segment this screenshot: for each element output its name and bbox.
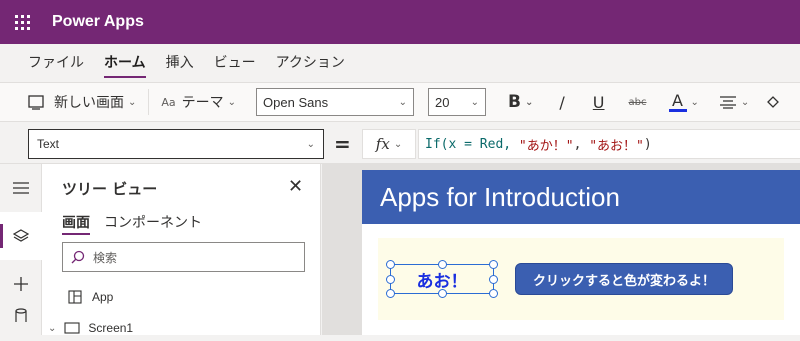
- theme-button[interactable]: Aa テーマ ⌄: [155, 86, 242, 118]
- formula-function: If(x = Red,: [425, 136, 519, 152]
- fx-button[interactable]: fx ⌄: [362, 129, 416, 159]
- new-screen-icon: [28, 95, 44, 110]
- chevron-down-icon: ⌄: [470, 96, 480, 108]
- left-rail: [0, 164, 42, 335]
- chevron-down-icon: ⌄: [525, 96, 534, 108]
- align-icon: [719, 96, 736, 109]
- search-placeholder: 検索: [93, 250, 118, 265]
- chevron-down-icon: ⌄: [227, 96, 237, 108]
- new-screen-label: 新しい画面: [54, 95, 124, 111]
- tree-view-button[interactable]: [0, 212, 42, 260]
- font-family-value: Open Sans: [263, 94, 329, 110]
- hamburger-menu-button[interactable]: [0, 164, 42, 212]
- font-size-value: 20: [435, 94, 450, 110]
- align-button[interactable]: ⌄: [713, 86, 755, 118]
- close-icon[interactable]: ✕: [288, 176, 303, 197]
- screen-body-container[interactable]: あお！ クリックすると色が変わるよ！: [378, 238, 784, 320]
- tab-components[interactable]: コンポーネント: [104, 212, 202, 232]
- formula-string-blue: "あお！": [589, 138, 644, 154]
- chevron-down-icon: ⌄: [306, 138, 315, 150]
- canvas-area: Apps for Introduction あお！ クリックすると色が変わるよ！: [322, 164, 800, 335]
- resize-handle[interactable]: [386, 260, 395, 269]
- strikethrough-button[interactable]: abc: [623, 86, 653, 118]
- ribbon-toolbar: 新しい画面 ⌄ Aa テーマ ⌄ Open Sans ⌄ 20 ⌄ B ⌄ / …: [0, 82, 800, 122]
- tree-search-input[interactable]: 検索: [62, 242, 305, 272]
- tree-view-panel: ツリー ビュー ✕ 画面 コンポーネント 検索 App ⌄ Screen1: [42, 164, 321, 335]
- resize-handle[interactable]: [489, 289, 498, 298]
- underline-label: U: [592, 92, 605, 112]
- color-change-button[interactable]: クリックすると色が変わるよ！: [515, 263, 733, 295]
- font-color-label: A: [672, 90, 683, 110]
- font-family-select[interactable]: Open Sans ⌄: [256, 88, 415, 116]
- selected-label[interactable]: あお！: [386, 260, 498, 298]
- tab-home[interactable]: ホーム: [104, 44, 146, 82]
- app-screen: Apps for Introduction あお！ クリックすると色が変わるよ！: [362, 170, 800, 335]
- top-bar: Power Apps: [0, 0, 800, 44]
- hamburger-icon: [13, 182, 29, 194]
- theme-label: テーマ: [181, 95, 224, 111]
- tab-file[interactable]: ファイル: [28, 44, 84, 82]
- chevron-down-icon[interactable]: ⌄: [48, 323, 56, 334]
- font-size-select[interactable]: 20 ⌄: [428, 88, 487, 116]
- fx-icon: fx: [375, 135, 390, 153]
- label-text: あお！: [416, 271, 468, 292]
- tree-view-title: ツリー ビュー: [62, 180, 158, 198]
- insert-button[interactable]: [0, 260, 42, 308]
- formula-input[interactable]: If(x = Red, "あか！" , "あお！" ): [418, 129, 800, 159]
- menu-bar: ファイル ホーム 挿入 ビュー アクション: [0, 44, 800, 82]
- chevron-down-icon: ⌄: [128, 96, 137, 108]
- plus-icon: [14, 277, 28, 291]
- chevron-down-icon: ⌄: [690, 96, 699, 108]
- app-launcher-icon[interactable]: [0, 0, 44, 44]
- formula-close: ): [643, 136, 652, 152]
- tab-insert[interactable]: 挿入: [166, 44, 194, 82]
- tab-action[interactable]: アクション: [276, 44, 345, 82]
- app-title[interactable]: Power Apps: [52, 13, 144, 31]
- equals-sign: =: [334, 132, 351, 156]
- theme-icon: Aa: [161, 95, 176, 109]
- resize-handle[interactable]: [386, 275, 395, 284]
- screen-icon: [64, 322, 80, 334]
- layers-icon: [13, 229, 29, 242]
- fill-button[interactable]: [759, 86, 787, 118]
- italic-button[interactable]: /: [553, 86, 570, 118]
- underline-button[interactable]: U: [587, 86, 611, 118]
- bold-button[interactable]: B ⌄: [502, 86, 539, 118]
- resize-handle[interactable]: [489, 275, 498, 284]
- property-select[interactable]: Text ⌄: [28, 129, 324, 159]
- formula-string-red: "あか！": [518, 138, 574, 154]
- formula-bar: Text ⌄ = fx ⌄ If(x = Red, "あか！" , "あお！" …: [0, 122, 800, 164]
- database-icon: [15, 308, 27, 322]
- resize-handle[interactable]: [386, 289, 395, 298]
- strikethrough-label: abc: [628, 96, 647, 108]
- resize-handle[interactable]: [438, 289, 447, 298]
- bold-label: B: [508, 92, 522, 112]
- italic-label: /: [559, 92, 565, 112]
- divider: [148, 89, 150, 115]
- formula-separator: ,: [573, 136, 590, 152]
- chevron-down-icon: ⌄: [393, 138, 403, 150]
- tab-view[interactable]: ビュー: [214, 44, 256, 82]
- tree-item-label: App: [92, 290, 114, 304]
- screen-header[interactable]: Apps for Introduction: [362, 170, 800, 224]
- chevron-down-icon: ⌄: [398, 96, 408, 108]
- search-icon: [71, 250, 85, 264]
- resize-handle[interactable]: [489, 260, 498, 269]
- new-screen-button[interactable]: 新しい画面 ⌄: [22, 86, 142, 118]
- tree-item-screen1[interactable]: ⌄ Screen1: [42, 315, 321, 341]
- tree-item-app[interactable]: App: [42, 284, 321, 310]
- property-value: Text: [37, 137, 60, 151]
- tab-screens[interactable]: 画面: [62, 212, 90, 235]
- data-button[interactable]: [0, 308, 42, 335]
- paint-bucket-icon: [767, 96, 780, 108]
- resize-handle[interactable]: [438, 260, 447, 269]
- chevron-down-icon: ⌄: [740, 96, 750, 108]
- font-color-swatch: [668, 108, 687, 112]
- app-icon: [68, 290, 82, 304]
- font-color-button[interactable]: A ⌄: [663, 86, 705, 118]
- tree-item-label: Screen1: [88, 321, 134, 335]
